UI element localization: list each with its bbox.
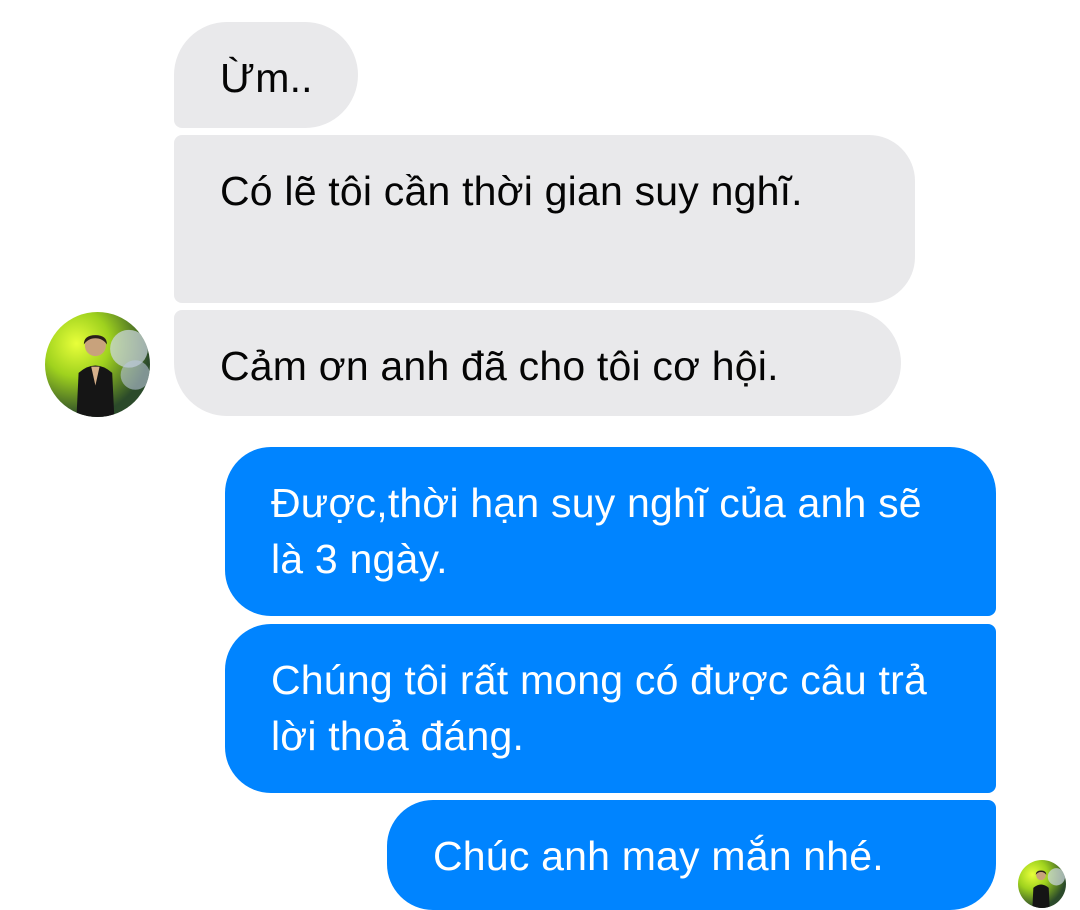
incoming-message[interactable]: Ừm.. — [174, 22, 358, 128]
seen-avatar-icon — [1018, 860, 1066, 908]
outgoing-message[interactable]: Được,thời hạn suy nghĩ của anh sẽ là 3 n… — [225, 447, 996, 616]
contact-avatar-icon — [45, 312, 150, 417]
message-text: Có lẽ tôi cần thời gian suy nghĩ. — [220, 168, 803, 214]
outgoing-message[interactable]: Chúng tôi rất mong có được câu trả lời t… — [225, 624, 996, 793]
message-text: Cảm ơn anh đã cho tôi cơ hội. — [220, 343, 779, 389]
message-text: Ừm.. — [220, 55, 313, 101]
outgoing-message[interactable]: Chúc anh may mắn nhé. — [387, 800, 996, 910]
contact-avatar[interactable] — [45, 312, 150, 417]
incoming-message[interactable]: Cảm ơn anh đã cho tôi cơ hội. — [174, 310, 901, 416]
seen-indicator-avatar — [1018, 860, 1066, 908]
message-text: Chúc anh may mắn nhé. — [433, 833, 884, 879]
incoming-message[interactable]: Có lẽ tôi cần thời gian suy nghĩ. — [174, 135, 915, 303]
message-text: Được,thời hạn suy nghĩ của anh sẽ là 3 n… — [271, 480, 922, 582]
message-text: Chúng tôi rất mong có được câu trả lời t… — [271, 657, 927, 759]
